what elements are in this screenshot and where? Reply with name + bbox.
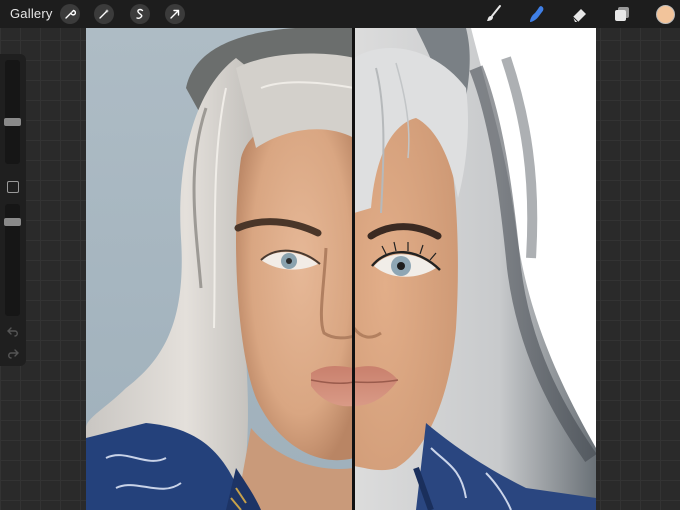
split-divider [352,28,355,510]
wrench-icon [65,9,76,19]
gallery-button[interactable]: Gallery [10,6,53,21]
artwork [86,28,596,510]
eraser-icon [572,9,586,23]
layers-icon [615,7,629,21]
sidebar [0,54,26,366]
smudge-tool-button[interactable] [526,4,548,24]
selection-button[interactable] [130,4,150,24]
actions-button[interactable] [60,4,80,24]
eraser-tool-button[interactable] [568,4,590,24]
selection-icon [136,8,144,19]
redo-icon[interactable] [6,348,20,360]
drawing-half [352,28,596,510]
layers-button[interactable] [611,4,633,24]
undo-icon[interactable] [6,326,20,338]
smudge-icon [530,6,544,22]
photo-half [86,28,355,510]
brush-size-handle[interactable] [4,118,21,127]
top-toolbar: Gallery [0,0,680,28]
color-picker-button[interactable] [656,5,675,24]
drawing-canvas[interactable] [86,28,596,510]
transform-button[interactable] [165,4,185,24]
paint-tool-button[interactable] [483,4,505,24]
opacity-handle[interactable] [4,217,21,226]
magic-wand-icon [99,9,109,19]
transform-arrow-icon [170,9,180,19]
brush-icon [487,5,501,21]
modify-button[interactable] [7,181,19,193]
procreate-app: Gallery [0,0,680,510]
brush-size-slider[interactable] [5,60,20,164]
adjustments-button[interactable] [94,4,114,24]
